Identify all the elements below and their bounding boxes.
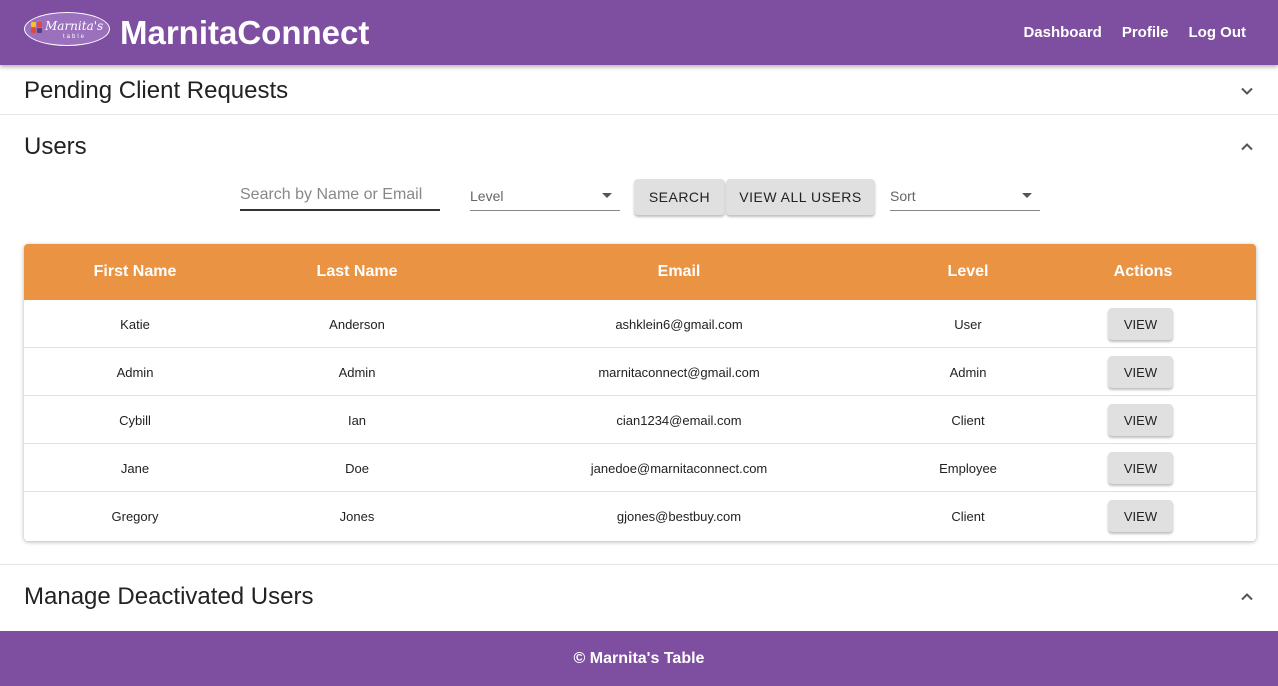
footer: © Marnita's Table <box>0 631 1278 686</box>
chevron-down-icon[interactable] <box>1240 84 1254 98</box>
column-header-level: Level <box>947 263 989 280</box>
table-row: Gregory Jones gjones@bestbuy.com Client … <box>24 492 1256 540</box>
cell-first-name: Gregory <box>111 509 159 524</box>
marnitas-table-logo[interactable]: Marnita's table <box>24 12 110 46</box>
cell-email: cian1234@email.com <box>616 413 742 428</box>
search-input[interactable] <box>240 180 440 211</box>
cell-email: janedoe@marnitaconnect.com <box>590 461 768 476</box>
cell-level: Client <box>951 413 985 428</box>
nav-logout-link[interactable]: Log Out <box>1189 24 1246 41</box>
cell-level: Client <box>951 509 985 524</box>
view-all-users-button[interactable]: VIEW ALL USERS <box>726 179 875 215</box>
pending-requests-title: Pending Client Requests <box>24 77 289 104</box>
column-header-last-name: Last Name <box>316 263 398 280</box>
cell-first-name: Admin <box>116 365 154 380</box>
table-header: First Name Last Name Email Level Actions <box>24 244 1256 300</box>
view-user-button[interactable]: VIEW <box>1108 404 1173 436</box>
app-title: MarnitaConnect <box>120 14 370 51</box>
sort-select-label: Sort <box>890 188 916 204</box>
search-button[interactable]: SEARCH <box>634 179 725 215</box>
cell-level: Admin <box>949 365 987 380</box>
dropdown-arrow-icon <box>1022 193 1032 198</box>
cell-level: Employee <box>939 461 997 476</box>
cell-last-name: Doe <box>345 461 369 476</box>
deactivated-users-panel[interactable]: Manage Deactivated Users <box>0 565 1278 631</box>
top-nav: Dashboard Profile Log Out <box>1023 24 1246 41</box>
cell-email: gjones@bestbuy.com <box>616 509 742 524</box>
nav-profile-link[interactable]: Profile <box>1122 24 1169 41</box>
level-select-label: Level <box>470 188 504 204</box>
cell-last-name: Jones <box>339 509 375 524</box>
table-body: Katie Anderson ashklein6@gmail.com User … <box>24 300 1256 541</box>
cell-first-name: Katie <box>120 317 150 332</box>
view-user-button[interactable]: VIEW <box>1108 356 1173 388</box>
logo-dots-icon <box>31 22 45 36</box>
column-header-actions: Actions <box>1113 263 1173 280</box>
column-header-first-name: First Name <box>93 263 177 280</box>
cell-level: User <box>954 317 982 332</box>
view-user-button[interactable]: VIEW <box>1108 452 1173 484</box>
view-user-button[interactable]: VIEW <box>1108 500 1173 532</box>
cell-email: marnitaconnect@gmail.com <box>598 365 760 380</box>
logo-subtext: table <box>63 34 87 40</box>
table-row: Admin Admin marnitaconnect@gmail.com Adm… <box>24 348 1256 396</box>
pending-requests-panel[interactable]: Pending Client Requests <box>0 65 1278 114</box>
level-select[interactable]: Level <box>470 180 620 211</box>
table-row: Katie Anderson ashklein6@gmail.com User … <box>24 300 1256 348</box>
table-row: Jane Doe janedoe@marnitaconnect.com Empl… <box>24 444 1256 492</box>
table-row: Cybill Ian cian1234@email.com Client VIE… <box>24 396 1256 444</box>
users-table: First Name Last Name Email Level Actions… <box>24 244 1256 541</box>
nav-dashboard-link[interactable]: Dashboard <box>1023 24 1101 41</box>
view-user-button[interactable]: VIEW <box>1108 308 1173 340</box>
logo-text: Marnita's <box>45 19 104 33</box>
cell-first-name: Cybill <box>119 413 151 428</box>
chevron-up-icon[interactable] <box>1240 140 1254 154</box>
dropdown-arrow-icon <box>602 193 612 198</box>
footer-copyright: © Marnita's Table <box>573 650 705 667</box>
cell-first-name: Jane <box>120 461 150 476</box>
cell-last-name: Admin <box>338 365 376 380</box>
chevron-up-icon[interactable] <box>1240 590 1254 604</box>
cell-last-name: Anderson <box>329 317 385 332</box>
column-header-email: Email <box>657 263 701 280</box>
app-header: Marnita's table MarnitaConnect Dashboard… <box>0 0 1278 65</box>
cell-last-name: Ian <box>347 413 367 428</box>
cell-email: ashklein6@gmail.com <box>615 317 743 332</box>
sort-select[interactable]: Sort <box>890 180 1040 211</box>
deactivated-users-title: Manage Deactivated Users <box>24 583 314 610</box>
users-title: Users <box>24 133 87 160</box>
